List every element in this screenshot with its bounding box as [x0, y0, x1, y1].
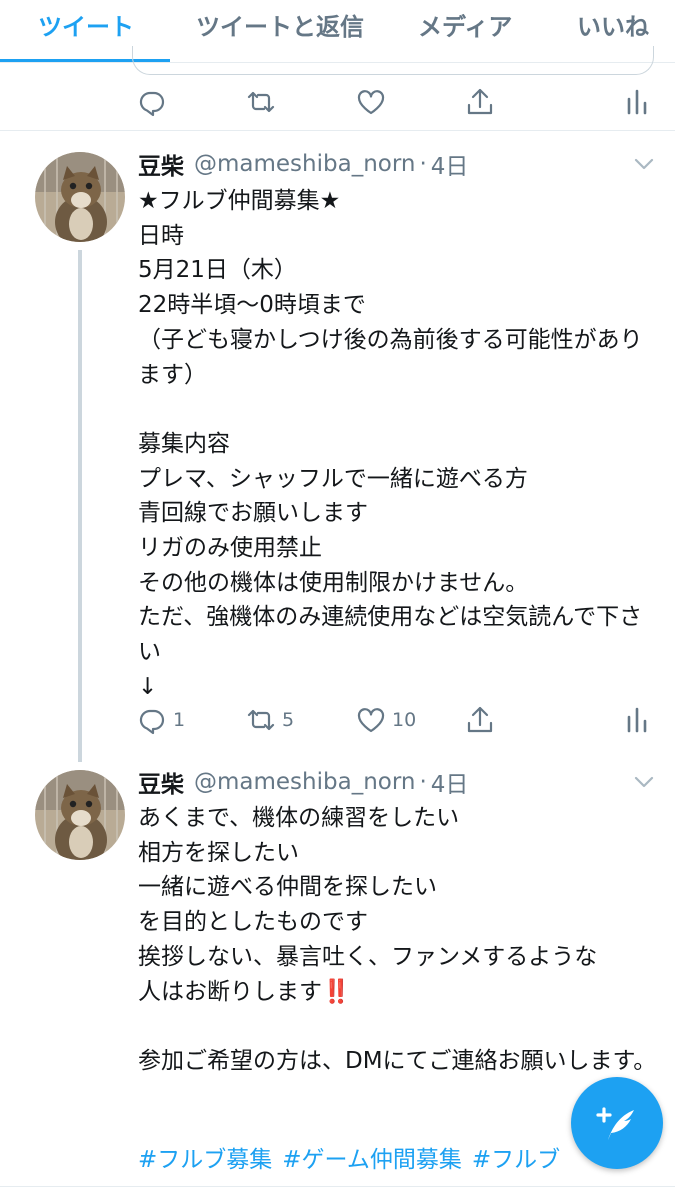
compose-tweet-icon — [596, 1107, 634, 1140]
hashtag-link[interactable]: #フルブ募集 — [138, 1147, 272, 1173]
tweet-actions: 1 5 10 — [0, 700, 675, 740]
display-name[interactable]: 豆柴 — [138, 765, 184, 799]
reply-count: 1 — [173, 709, 186, 731]
tweet-text: ★フルブ仲間募集★ 日時 5月21日（木） 22時半頃〜0時頃まで （子ども寝か… — [138, 188, 643, 700]
analytics-button[interactable] — [622, 700, 652, 740]
like-button[interactable]: 10 — [356, 700, 416, 740]
share-icon — [467, 88, 493, 115]
avatar[interactable] — [35, 152, 125, 242]
reply-button[interactable] — [137, 82, 167, 122]
reply-icon — [139, 709, 165, 735]
tab-likes[interactable]: いいね — [577, 10, 649, 44]
reply-button[interactable]: 1 — [137, 700, 185, 740]
like-button[interactable] — [356, 82, 386, 122]
analytics-button[interactable] — [622, 82, 652, 122]
text-line: 相方を探したい — [138, 839, 299, 866]
divider — [0, 130, 675, 131]
previous-tweet-actions — [0, 82, 675, 122]
hashtag-link[interactable]: #ゲーム仲間募集 — [282, 1147, 462, 1173]
cat-avatar-image — [35, 152, 125, 242]
share-button[interactable] — [465, 82, 495, 122]
retweet-icon — [247, 709, 275, 731]
text-line: 一緒に遊べる仲間を探したい — [138, 874, 437, 901]
retweet-button[interactable] — [246, 82, 276, 122]
cat-avatar-image — [35, 770, 125, 860]
tweet-header: 豆柴 @mameshiba_norn · 4日 — [138, 147, 468, 181]
hashtag-link[interactable]: #フルブ — [472, 1147, 560, 1173]
tab-media[interactable]: メディア — [418, 10, 512, 44]
tweet-header: 豆柴 @mameshiba_norn · 4日 — [138, 765, 468, 799]
username[interactable]: @mameshiba_norn — [194, 151, 415, 177]
retweet-count: 5 — [282, 709, 295, 731]
text-line: 参加ご希望の方は、DMにてご連絡お願いします。 — [138, 1047, 657, 1074]
tweet-timestamp[interactable]: 4日 — [431, 765, 469, 799]
like-count: 10 — [392, 709, 417, 731]
text-line: を目的としたものです — [138, 909, 368, 936]
separator-dot: · — [419, 769, 427, 795]
thread-connector — [78, 250, 82, 762]
heart-icon — [357, 708, 385, 733]
analytics-icon — [627, 707, 647, 733]
heart-icon — [357, 90, 385, 115]
retweet-button[interactable]: 5 — [246, 700, 294, 740]
tweet-text: あくまで、機体の練習をしたい 相方を探したい 一緒に遊べる仲間を探したい を目的… — [138, 801, 658, 1079]
avatar[interactable] — [35, 770, 125, 860]
tab-tweets-and-replies[interactable]: ツイートと返信 — [196, 10, 364, 44]
share-icon — [467, 706, 493, 733]
username[interactable]: @mameshiba_norn — [194, 769, 415, 795]
embedded-card-bottom[interactable] — [132, 46, 654, 75]
reply-icon — [139, 91, 165, 117]
chevron-down-icon[interactable] — [630, 772, 658, 792]
chevron-down-icon[interactable] — [630, 154, 658, 174]
separator-dot: · — [419, 151, 427, 177]
text-line: 人はお断りします — [138, 978, 322, 1005]
display-name[interactable]: 豆柴 — [138, 147, 184, 181]
double-exclamation-emoji: ‼️ — [322, 978, 351, 1005]
divider — [0, 1186, 675, 1187]
share-button[interactable] — [465, 700, 495, 740]
tab-tweets[interactable]: ツイート — [38, 10, 134, 44]
compose-tweet-button[interactable] — [571, 1077, 663, 1169]
text-line: あくまで、機体の練習をしたい — [138, 805, 460, 831]
text-line: 挨拶しない、暴言吐く、ファンメするような — [138, 943, 598, 970]
analytics-icon — [627, 89, 647, 115]
tweet-timestamp[interactable]: 4日 — [431, 147, 469, 181]
hashtag-list: #フルブ募集 #ゲーム仲間募集 #フルブ — [138, 1143, 570, 1177]
retweet-icon — [247, 91, 275, 113]
